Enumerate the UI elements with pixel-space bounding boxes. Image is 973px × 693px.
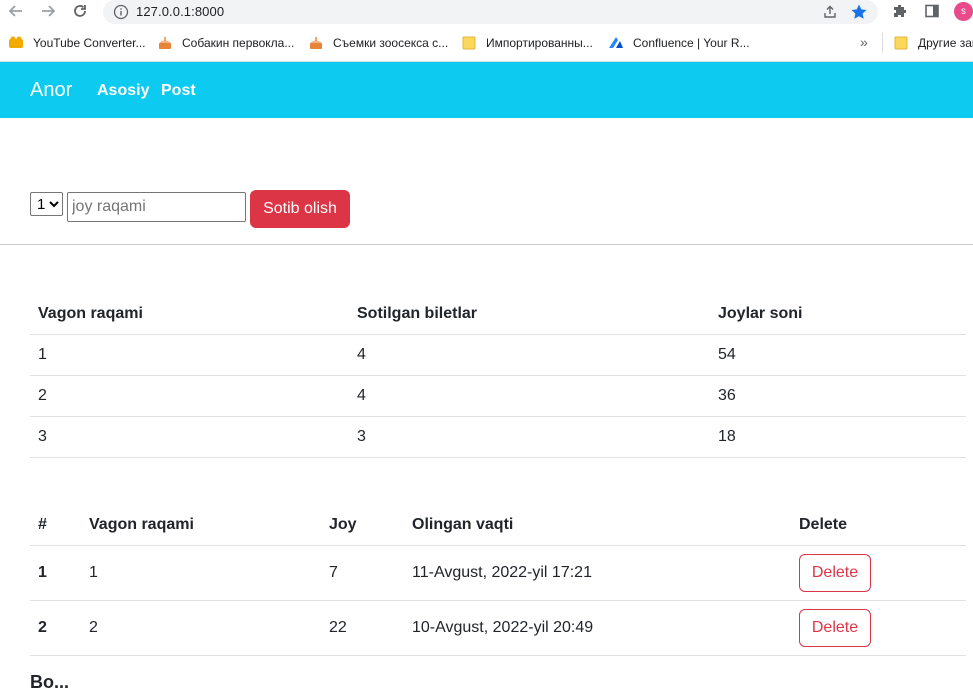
column-header: Olingan vaqti	[404, 505, 791, 546]
cake-icon	[157, 35, 173, 51]
reload-icon[interactable]	[72, 3, 88, 19]
navbar-brand[interactable]: Anor	[30, 79, 72, 102]
table-cell: 1	[81, 545, 321, 601]
table-cell: 4	[349, 375, 710, 417]
url-text: 127.0.0.1:8000	[136, 4, 225, 19]
table-cell: 7	[321, 545, 404, 601]
column-header: Joylar soni	[710, 294, 966, 335]
column-header: Vagon raqami	[30, 294, 349, 335]
navbar: Anor Asosiy Post	[0, 62, 973, 118]
row-number: 1	[30, 545, 81, 601]
delete-button[interactable]: Delete	[799, 608, 871, 647]
table-row: 2 4 36	[30, 375, 966, 417]
share-icon[interactable]	[822, 4, 838, 20]
forward-icon[interactable]	[40, 3, 56, 19]
table-cell: 10-Avgust, 2022-yil 20:49	[404, 600, 791, 656]
bookmark-label: Собакин первокла...	[182, 36, 295, 50]
table-cell: 2	[30, 375, 349, 417]
bookmark-item[interactable]: Съемки зоосекса с...	[308, 35, 448, 51]
table-cell: 36	[710, 375, 966, 417]
table-cell: 54	[710, 334, 966, 376]
table-cell: 22	[321, 600, 404, 656]
nav-link-post[interactable]: Post	[161, 82, 196, 100]
table-cell: Delete	[791, 545, 966, 601]
table-row: 3 3 18	[30, 416, 966, 458]
table-header-row: Vagon raqami Sotilgan biletlar Joylar so…	[30, 294, 966, 335]
divider	[0, 244, 973, 245]
bookmark-label: Другие зак	[918, 36, 973, 50]
bookmark-item[interactable]: Собакин первокла...	[157, 35, 294, 51]
seat-number-input[interactable]	[67, 192, 246, 222]
side-panel-icon[interactable]	[924, 3, 940, 19]
section-heading: Bo...	[30, 672, 69, 692]
table-cell: 11-Avgust, 2022-yil 17:21	[404, 545, 791, 601]
extensions-icon[interactable]	[892, 3, 908, 19]
converter-icon	[8, 35, 24, 51]
profile-avatar[interactable]: s	[954, 2, 973, 21]
column-header: #	[30, 505, 81, 546]
bookmark-label: YouTube Converter...	[33, 36, 146, 50]
folder-icon	[893, 35, 909, 51]
confluence-icon	[608, 35, 624, 51]
bookmark-label: Съемки зоосекса с...	[333, 36, 449, 50]
column-header: Delete	[791, 505, 966, 546]
table-cell: 1	[30, 334, 349, 376]
cake-icon	[308, 35, 324, 51]
table-header-row: # Vagon raqami Joy Olingan vaqti Delete	[30, 505, 966, 546]
tickets-table: # Vagon raqami Joy Olingan vaqti Delete …	[30, 505, 966, 656]
back-icon[interactable]	[8, 3, 24, 19]
folder-icon	[461, 35, 477, 51]
info-icon[interactable]	[113, 4, 129, 20]
table-cell: 4	[349, 334, 710, 376]
bookmarks-bar: YouTube Converter... Собакин первокла...…	[0, 24, 973, 62]
browser-toolbar: 127.0.0.1:8000 s	[0, 0, 973, 24]
bookmark-label: Confluence | Your R...	[633, 36, 750, 50]
column-header: Joy	[321, 505, 404, 546]
bookmark-item[interactable]: Confluence | Your R...	[608, 35, 750, 51]
column-header: Sotilgan biletlar	[349, 294, 710, 335]
other-bookmarks[interactable]: Другие зак	[893, 35, 973, 51]
row-number: 2	[30, 600, 81, 656]
column-header: Vagon raqami	[81, 505, 321, 546]
table-row: 1 1 7 11-Avgust, 2022-yil 17:21 Delete	[30, 545, 966, 601]
bookmark-separator	[882, 33, 883, 53]
bookmark-item[interactable]: YouTube Converter...	[8, 35, 146, 51]
bookmark-label: Импортированны...	[486, 36, 593, 50]
table-cell: 3	[349, 416, 710, 458]
table-row: 1 4 54	[30, 334, 966, 376]
nav-link-asosiy[interactable]: Asosiy	[97, 82, 149, 100]
table-cell: 2	[81, 600, 321, 656]
table-cell: 3	[30, 416, 349, 458]
buy-button[interactable]: Sotib olish	[250, 190, 350, 228]
wagons-table: Vagon raqami Sotilgan biletlar Joylar so…	[30, 294, 966, 458]
table-cell: Delete	[791, 600, 966, 656]
wagon-select[interactable]: 1	[30, 192, 63, 216]
table-cell: 18	[710, 416, 966, 458]
delete-button[interactable]: Delete	[799, 553, 871, 592]
bookmark-star-icon[interactable]	[850, 3, 868, 21]
more-bookmarks-button[interactable]: »	[860, 34, 868, 50]
table-row: 2 2 22 10-Avgust, 2022-yil 20:49 Delete	[30, 600, 966, 656]
address-bar[interactable]: 127.0.0.1:8000	[103, 0, 878, 24]
bookmark-item[interactable]: Импортированны...	[461, 35, 593, 51]
